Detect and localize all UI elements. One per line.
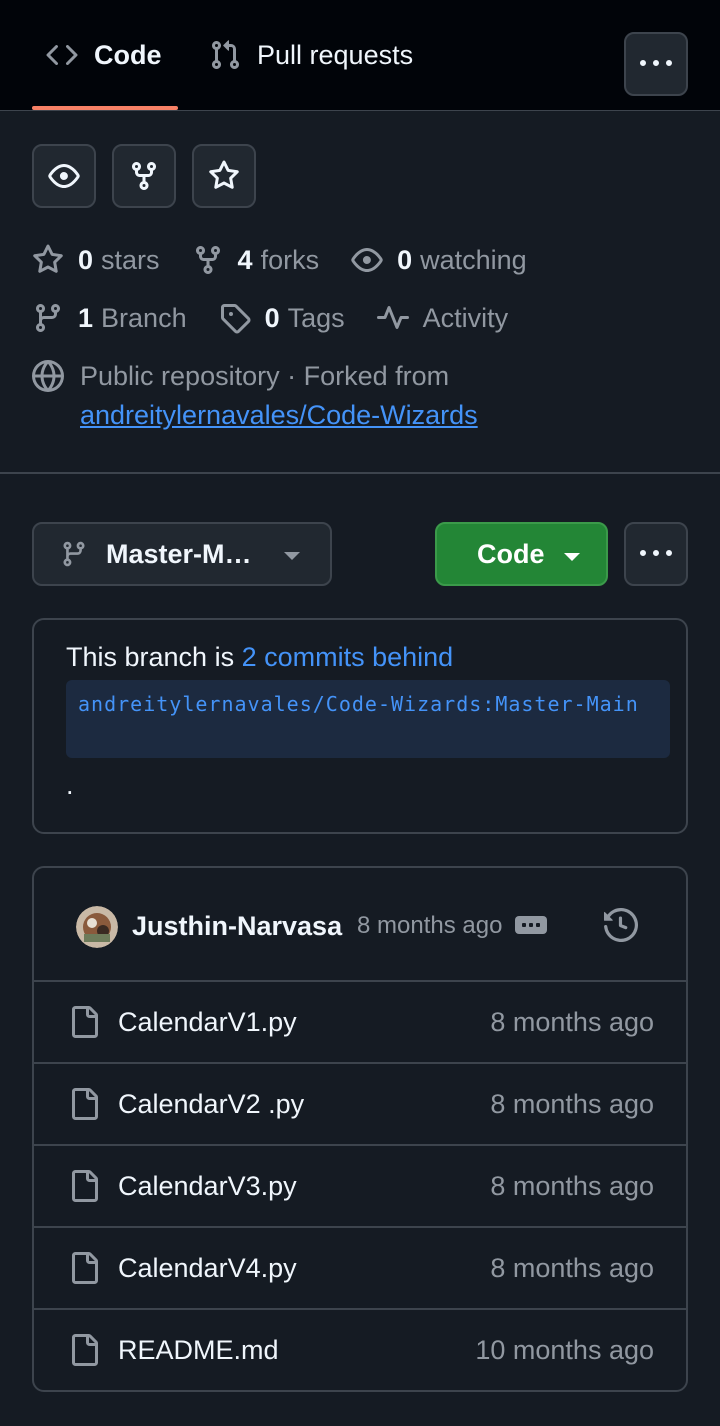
star-icon: [32, 244, 64, 276]
file-icon: [68, 1006, 100, 1038]
watching-label: watching: [420, 244, 527, 275]
git-branch-icon: [60, 540, 88, 568]
chevron-down-icon: [564, 553, 580, 561]
file-row[interactable]: CalendarV3.py 8 months ago: [34, 1146, 686, 1228]
stars-link[interactable]: 0 stars: [32, 244, 160, 276]
globe-icon: [32, 360, 64, 392]
code-dropdown-button[interactable]: Code: [435, 522, 608, 586]
file-time: 10 months ago: [475, 1335, 654, 1365]
git-branch-icon: [32, 302, 64, 334]
fork-button[interactable]: [112, 144, 176, 208]
stars-label: stars: [101, 244, 160, 275]
notice-suffix: .: [66, 770, 74, 800]
eye-icon: [351, 244, 383, 276]
tab-pull-requests[interactable]: Pull requests: [209, 0, 413, 110]
commits-behind-link[interactable]: 2 commits behind: [242, 642, 454, 672]
file-name[interactable]: CalendarV3.py: [118, 1166, 297, 1206]
avatar[interactable]: [76, 906, 118, 948]
watching-count: 0: [397, 244, 413, 275]
tag-icon: [219, 302, 251, 334]
tab-code[interactable]: Code: [32, 0, 178, 110]
repo-stats-row: 0 stars 4 forks 0 watching: [32, 240, 559, 280]
latest-commit: Justhin-Narvasa 8 months ago: [34, 868, 686, 982]
kebab-horizontal-icon: [640, 538, 672, 570]
section-divider: [0, 472, 720, 474]
notice-prefix: This branch is: [66, 642, 242, 672]
file-name[interactable]: CalendarV4.py: [118, 1248, 297, 1288]
file-row[interactable]: CalendarV1.py 8 months ago: [34, 982, 686, 1064]
tags-link[interactable]: 0 Tags: [219, 302, 345, 334]
code-icon: [46, 39, 78, 71]
fork-source-link[interactable]: andreitylernavales/Code-Wizards: [80, 400, 478, 431]
commit-author[interactable]: Justhin-Narvasa: [132, 906, 342, 946]
file-row[interactable]: CalendarV2 .py 8 months ago: [34, 1064, 686, 1146]
repo-forked-icon: [192, 244, 224, 276]
star-icon: [208, 160, 240, 192]
repo-refs-row: 1 Branch 0 Tags Activity: [32, 298, 540, 338]
eye-icon: [48, 160, 80, 192]
file-row[interactable]: README.md 10 months ago: [34, 1310, 686, 1390]
code-button-label: Code: [477, 538, 545, 569]
file-name[interactable]: README.md: [118, 1330, 279, 1370]
file-name[interactable]: CalendarV1.py: [118, 1002, 297, 1042]
commit-time: 8 months ago: [357, 912, 503, 939]
upstream-ref[interactable]: andreitylernavales/Code-Wizards:Master-M…: [66, 680, 670, 758]
file-icon: [68, 1170, 100, 1202]
more-button[interactable]: [624, 32, 688, 96]
stars-count: 0: [78, 244, 94, 275]
visibility-label: Public repository · Forked from: [80, 360, 450, 391]
tags-count: 0: [264, 302, 280, 333]
tab-code-label: Code: [94, 39, 162, 70]
branches-label: Branch: [101, 302, 187, 333]
tab-pull-requests-label: Pull requests: [257, 39, 414, 70]
pulse-icon: [376, 302, 409, 334]
active-tab-underline: [32, 106, 178, 110]
chevron-down-icon: [284, 552, 300, 560]
notice-text: This branch is 2 commits behind: [66, 642, 453, 673]
commit-message-toggle[interactable]: [515, 916, 547, 934]
tags-label: Tags: [287, 302, 345, 333]
history-icon[interactable]: [604, 908, 638, 942]
branches-count: 1: [78, 302, 94, 333]
watching-link[interactable]: 0 watching: [351, 244, 527, 276]
repo-nav: Code Pull requests: [0, 0, 720, 111]
branch-selector[interactable]: Master-M…: [32, 522, 332, 586]
more-options-button[interactable]: [624, 522, 688, 586]
forks-count: 4: [237, 244, 253, 275]
file-icon: [68, 1088, 100, 1120]
branch-status-notice: This branch is 2 commits behind andreity…: [32, 618, 688, 834]
repo-visibility: Public repository · Forked from: [32, 356, 449, 396]
branches-link[interactable]: 1 Branch: [32, 302, 187, 334]
file-icon: [68, 1252, 100, 1284]
git-pull-request-icon: [209, 39, 241, 71]
watch-button[interactable]: [32, 144, 96, 208]
file-icon: [68, 1334, 100, 1366]
file-list: Justhin-Narvasa 8 months ago CalendarV1.…: [32, 866, 688, 1392]
file-row[interactable]: CalendarV4.py 8 months ago: [34, 1228, 686, 1310]
star-button[interactable]: [192, 144, 256, 208]
forks-link[interactable]: 4 forks: [192, 244, 320, 276]
activity-label: Activity: [422, 302, 509, 333]
file-time: 8 months ago: [490, 1253, 654, 1283]
file-time: 8 months ago: [490, 1007, 654, 1037]
file-time: 8 months ago: [490, 1171, 654, 1201]
file-time: 8 months ago: [490, 1089, 654, 1119]
activity-link[interactable]: Activity: [376, 302, 509, 334]
repo-forked-icon: [128, 160, 160, 192]
file-name[interactable]: CalendarV2 .py: [118, 1084, 304, 1124]
branch-name: Master-M…: [106, 538, 252, 569]
kebab-horizontal-icon: [640, 48, 672, 80]
forks-label: forks: [260, 244, 320, 275]
